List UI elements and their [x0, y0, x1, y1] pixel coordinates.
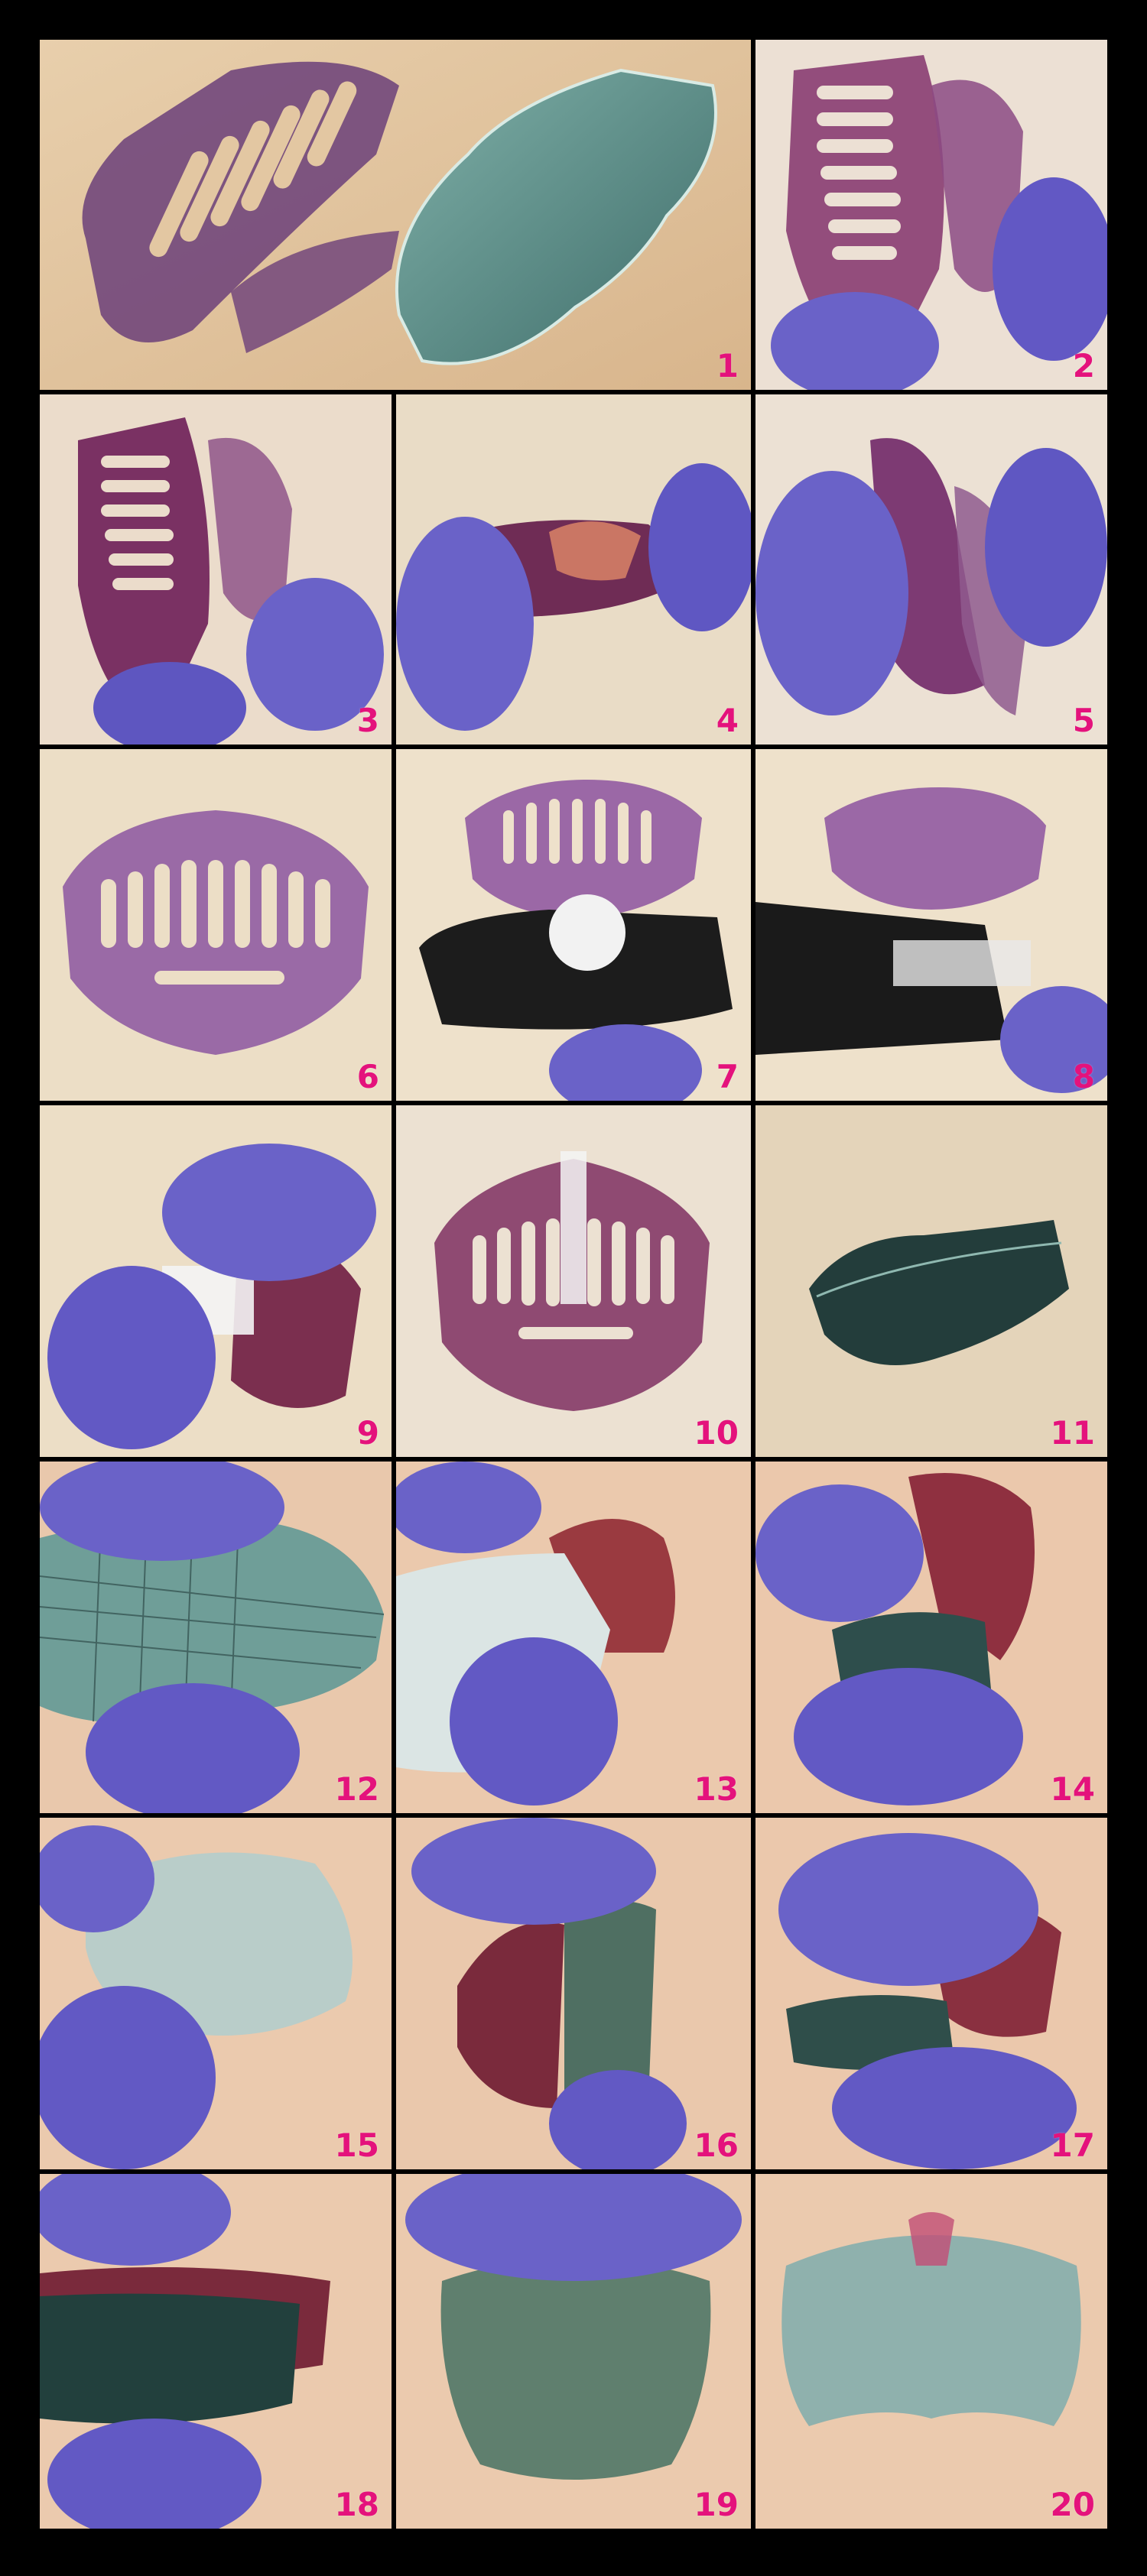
panel-13: 13: [396, 1462, 751, 1813]
taped-frame-illustration: [396, 1105, 751, 1457]
panel-4: 4: [396, 394, 751, 745]
folding-frame-illustration: [40, 394, 392, 745]
panel-9: 9: [40, 1105, 392, 1457]
panel-18: 18: [40, 2174, 392, 2529]
step-number: 11: [1050, 1414, 1095, 1452]
panel-2: 2: [755, 40, 1107, 390]
tape-dispenser-illustration: [396, 749, 751, 1101]
folding-frame-illustration: [396, 394, 751, 745]
attaching-shield-illustration: [40, 2174, 392, 2529]
panel-16: 16: [396, 1818, 751, 2169]
panel-12: 12: [40, 1462, 392, 1813]
assembled-mask-illustration: [396, 2174, 751, 2529]
panel-17: 17: [755, 1818, 1107, 2169]
panel-19: 19: [396, 2174, 751, 2529]
step-number: 2: [1072, 347, 1095, 384]
formed-frame-illustration: [40, 749, 392, 1101]
tape-dispenser-illustration: [755, 749, 1107, 1101]
panel-3: 3: [40, 394, 392, 745]
step-number: 20: [1050, 2486, 1095, 2523]
panel-6: 6: [40, 749, 392, 1101]
panel-20: 20: [755, 2174, 1107, 2529]
step-number: 6: [356, 1058, 379, 1095]
panel-8: 8: [755, 749, 1107, 1101]
assembled-mask-illustration: [755, 2174, 1107, 2529]
photo-collage: 1 2 3 4 5 6 7 8 9 10 11 12 13 14 15 16 1…: [0, 0, 1147, 2576]
attaching-shield-illustration: [396, 1818, 751, 2169]
panel-7: 7: [396, 749, 751, 1101]
shield-flat-illustration: [755, 1105, 1107, 1457]
panel-15: 15: [40, 1818, 392, 2169]
attaching-shield-illustration: [755, 1818, 1107, 2169]
step-number: 3: [356, 702, 379, 739]
attaching-shield-illustration: [755, 1462, 1107, 1813]
step-number: 16: [694, 2127, 739, 2164]
step-number: 10: [694, 1414, 739, 1452]
step-number: 18: [334, 2486, 379, 2523]
panel-1: 1: [40, 40, 751, 390]
step-number: 8: [1072, 1058, 1095, 1095]
folding-frame-illustration: [755, 394, 1107, 745]
step-number: 9: [356, 1414, 379, 1452]
step-number: 17: [1050, 2127, 1095, 2164]
curving-shield-illustration: [40, 1818, 392, 2169]
step-number: 7: [716, 1058, 739, 1095]
step-number: 13: [694, 1770, 739, 1808]
step-number: 1: [716, 347, 739, 384]
scoring-shield-illustration: [40, 1462, 392, 1813]
step-number: 19: [694, 2486, 739, 2523]
step-number: 4: [716, 702, 739, 739]
panel-5: 5: [755, 394, 1107, 745]
frame-and-shield-illustration: [40, 40, 751, 390]
panel-14: 14: [755, 1462, 1107, 1813]
step-number: 5: [1072, 702, 1095, 739]
panel-10: 10: [396, 1105, 751, 1457]
step-number: 14: [1050, 1770, 1095, 1808]
panel-11: 11: [755, 1105, 1107, 1457]
step-number: 15: [334, 2127, 379, 2164]
attaching-shield-illustration: [396, 1462, 751, 1813]
folding-frame-illustration: [755, 40, 1107, 390]
taping-frame-illustration: [40, 1105, 392, 1457]
step-number: 12: [334, 1770, 379, 1808]
